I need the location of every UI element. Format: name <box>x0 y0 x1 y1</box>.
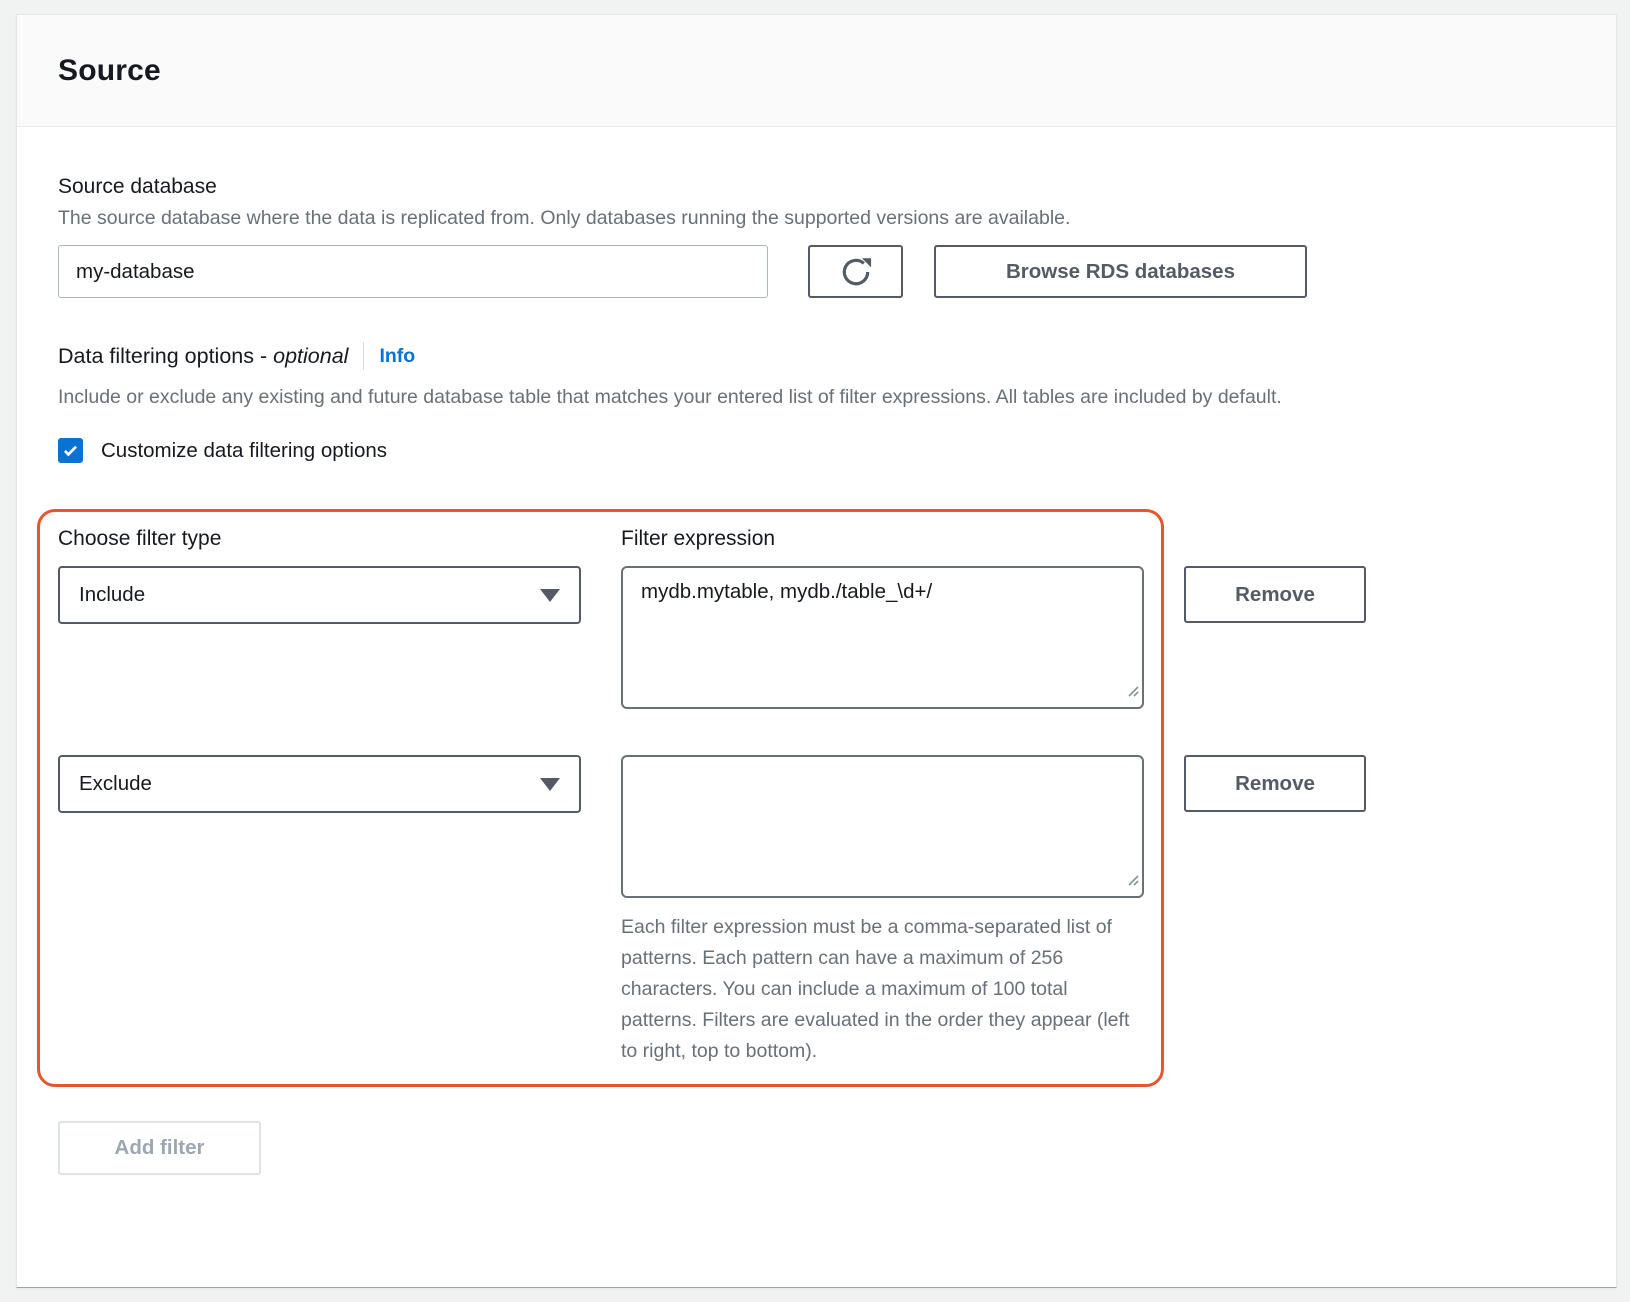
filter-expression-wrap-1: mydb.mytable, mydb./table_\d+/ <box>621 566 1144 709</box>
source-database-description: The source database where the data is re… <box>58 207 1575 230</box>
heading-divider <box>363 342 364 370</box>
filter-type-column-header: Choose filter type <box>58 527 581 566</box>
source-database-row: Browse RDS databases <box>58 245 1575 298</box>
filter-type-select-2-value: Exclude <box>79 772 152 796</box>
filter-expression-column-header: Filter expression <box>621 527 1144 566</box>
checkmark-icon <box>61 441 80 460</box>
data-filtering-description: Include or exclude any existing and futu… <box>58 378 1508 416</box>
info-link[interactable]: Info <box>379 345 415 368</box>
remove-filter-button-2[interactable]: Remove <box>1184 755 1366 812</box>
browse-rds-databases-button[interactable]: Browse RDS databases <box>934 245 1307 298</box>
filter-expression-cell-2: Each filter expression must be a comma-s… <box>621 755 1144 1067</box>
customize-checkbox-label: Customize data filtering options <box>101 439 387 463</box>
filter-expression-help-text: Each filter expression must be a comma-s… <box>621 912 1144 1067</box>
refresh-button[interactable] <box>808 245 903 298</box>
source-database-input[interactable] <box>58 245 768 298</box>
filter-type-select-1[interactable]: Include <box>58 566 581 624</box>
filter-expression-textarea-2[interactable] <box>621 755 1144 898</box>
filter-type-select-1-value: Include <box>79 583 145 607</box>
caret-down-icon <box>540 589 560 602</box>
optional-label: optional <box>273 344 348 368</box>
filter-type-select-2[interactable]: Exclude <box>58 755 581 813</box>
source-panel-header: Source <box>17 15 1616 127</box>
source-database-label: Source database <box>58 175 1575 199</box>
data-filtering-title: Data filtering options - optional <box>58 344 348 369</box>
filter-rows-section: Choose filter type Filter expression Inc… <box>58 509 1366 1087</box>
customize-filtering-row: Customize data filtering options <box>58 438 1575 463</box>
remove-filter-button-1[interactable]: Remove <box>1184 566 1366 623</box>
panel-title: Source <box>58 54 161 88</box>
data-filtering-heading: Data filtering options - optional Info <box>58 342 1575 370</box>
customize-checkbox[interactable] <box>58 438 83 463</box>
filters-grid: Choose filter type Filter expression Inc… <box>58 527 1366 1067</box>
source-panel-body: Source database The source database wher… <box>17 127 1616 1175</box>
filter-expression-textarea-1[interactable]: mydb.mytable, mydb./table_\d+/ <box>621 566 1144 709</box>
caret-down-icon <box>540 778 560 791</box>
refresh-icon <box>839 255 873 289</box>
add-filter-button[interactable]: Add filter <box>58 1121 261 1175</box>
source-panel: Source Source database The source databa… <box>16 14 1617 1288</box>
